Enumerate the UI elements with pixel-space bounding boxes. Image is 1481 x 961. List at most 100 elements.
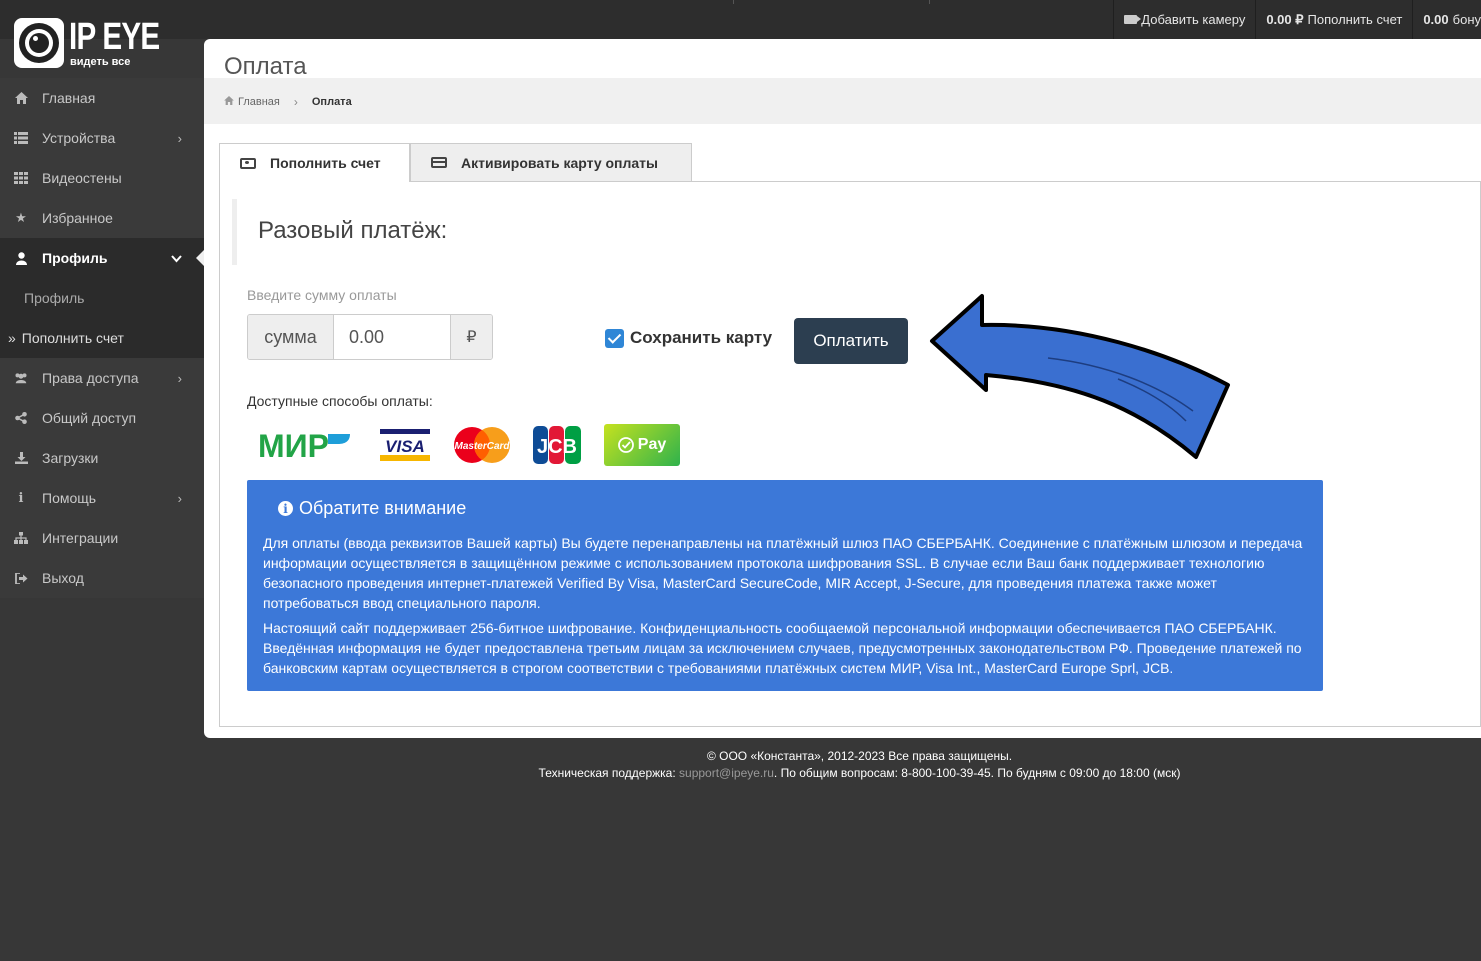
- checkbox-checked-icon[interactable]: [605, 328, 624, 348]
- sidebar-item-label: Профиль: [24, 290, 85, 306]
- sidebar-item-profile[interactable]: Профиль: [0, 238, 204, 278]
- tab-top-up[interactable]: Пополнить счет: [219, 143, 410, 183]
- info-circle-icon: i: [278, 501, 293, 516]
- balance-value: 0.00 ₽: [1266, 11, 1304, 27]
- video-camera-icon: [1124, 15, 1142, 24]
- footer-support: Техническая поддержка: support@ipeye.ru.…: [238, 765, 1481, 782]
- credit-card-icon: [431, 157, 447, 168]
- jcb-logo-text: JCB: [537, 436, 577, 458]
- logo[interactable]: IP EYE видеть все: [14, 16, 160, 70]
- top-up-balance-button[interactable]: 0.00 ₽ Пополнить счет: [1255, 0, 1412, 39]
- tab-activate-card[interactable]: Активировать карту оплаты: [410, 143, 692, 182]
- balance-label: Пополнить счет: [1307, 12, 1403, 27]
- sidebar-subitem-top-up[interactable]: » Пополнить счет: [0, 318, 204, 358]
- sidebar-item-access-rights[interactable]: Права доступа ›: [0, 358, 204, 398]
- save-card-checkbox[interactable]: Сохранить карту: [605, 328, 772, 348]
- amount-label: Введите сумму оплаты: [247, 287, 397, 303]
- sidebar-item-shared-access[interactable]: Общий доступ: [0, 398, 204, 438]
- sidebar-item-label: Пополнить счет: [21, 330, 124, 346]
- bonus-label: бону: [1452, 12, 1481, 27]
- mastercard-logo-text: MasterCard: [454, 441, 510, 452]
- money-icon: [240, 157, 256, 169]
- divider: [733, 0, 734, 4]
- sidebar-item-label: Загрузки: [42, 450, 99, 466]
- bonus-value: 0.00: [1423, 12, 1449, 27]
- logo-brand: IP EYE: [69, 16, 160, 58]
- sidebar-item-home[interactable]: Главная: [0, 78, 204, 118]
- breadcrumb: Главная › Оплата: [204, 79, 1481, 124]
- logo-tagline: видеть все: [70, 56, 131, 68]
- check-circle-icon: [617, 437, 634, 453]
- sidebar-item-help[interactable]: i Помощь ›: [0, 478, 204, 518]
- payment-methods-label: Доступные способы оплаты:: [247, 393, 433, 409]
- top-bar: Добавить камеру 0.00 ₽ Пополнить счет 0.…: [0, 0, 1481, 39]
- home-icon: [224, 95, 234, 108]
- amount-input-group: сумма ₽: [247, 314, 493, 360]
- grid-icon: [14, 171, 28, 185]
- support-email-link[interactable]: support@ipeye.ru: [679, 766, 774, 780]
- mir-logo: МИР: [247, 421, 361, 469]
- logout-icon: [14, 571, 28, 585]
- sidebar-item-videowalls[interactable]: Видеостены: [0, 158, 204, 198]
- notice-paragraph: Для оплаты (ввода реквизитов Вашей карты…: [263, 535, 1303, 611]
- tab-label: Пополнить счет: [270, 155, 381, 171]
- pointer-arrow: [930, 294, 1230, 459]
- pay-button[interactable]: Оплатить: [794, 318, 908, 364]
- sidebar-item-downloads[interactable]: Загрузки: [0, 438, 204, 478]
- breadcrumb-home-link[interactable]: Главная: [238, 96, 280, 108]
- eye-logo-icon: [14, 18, 64, 68]
- sidebar-subitem-profile[interactable]: Профиль: [0, 278, 204, 318]
- home-icon: [14, 91, 28, 105]
- sidebar-item-label: Интеграции: [42, 530, 119, 546]
- tabs: Пополнить счет Активировать карту оплаты: [219, 143, 1481, 183]
- chevron-right-icon: ›: [177, 371, 182, 386]
- section-title: Разовый платёж:: [258, 217, 448, 244]
- jcb-logo: JCB: [531, 421, 583, 469]
- bonus-button[interactable]: 0.00 бону: [1412, 0, 1481, 39]
- sidebar-item-label: Права доступа: [42, 370, 139, 386]
- sidebar-item-label: Избранное: [42, 210, 113, 226]
- page-title: Оплата: [224, 53, 307, 80]
- chevron-down-icon: [171, 251, 182, 266]
- mir-logo-text: МИР: [258, 428, 329, 462]
- amount-prefix: сумма: [248, 315, 334, 359]
- page-header: Оплата: [204, 39, 1481, 80]
- divider: [929, 0, 930, 4]
- info-icon: i: [18, 490, 24, 506]
- sber-pay-logo-text: Pay: [637, 436, 667, 453]
- list-icon: [14, 131, 28, 145]
- sidebar-item-label: Устройства: [42, 130, 116, 146]
- top-actions: Добавить камеру 0.00 ₽ Пополнить счет 0.…: [1113, 0, 1481, 39]
- footer-copyright: © ООО «Константа», 2012-2023 Все права з…: [706, 749, 1013, 763]
- sber-pay-logo: Pay: [604, 424, 680, 466]
- sidebar-item-label: Видеостены: [42, 170, 122, 186]
- download-icon: [14, 451, 28, 465]
- sidebar-item-label: Помощь: [42, 490, 97, 506]
- notice-title-text: Обратите внимание: [299, 498, 467, 518]
- sidebar-item-integrations[interactable]: Интеграции: [0, 518, 204, 558]
- visa-logo-text: VISA: [385, 437, 425, 456]
- add-camera-button[interactable]: Добавить камеру: [1113, 0, 1255, 39]
- chevron-right-icon: ›: [293, 94, 298, 109]
- tab-label: Активировать карту оплаты: [461, 154, 658, 171]
- notice-alert: i Обратите внимание Для оплаты (ввода ре…: [247, 480, 1323, 691]
- user-icon: [14, 251, 28, 265]
- support-label: Техническая поддержка:: [538, 766, 680, 780]
- notice-title: i Обратите внимание: [278, 498, 1307, 519]
- users-icon: [14, 371, 28, 385]
- add-camera-label: Добавить камеру: [1141, 12, 1246, 27]
- sidebar: Главная Устройства › Видеостены ★ Избран…: [0, 78, 204, 598]
- visa-logo: VISA: [374, 421, 436, 469]
- sidebar-item-devices[interactable]: Устройства ›: [0, 118, 204, 158]
- chevron-right-icon: ›: [177, 491, 182, 506]
- support-info: . По общим вопросам: 8-800-100-39-45. По…: [773, 766, 1181, 780]
- section-heading: Разовый платёж:: [232, 199, 1332, 265]
- amount-input[interactable]: [334, 315, 450, 359]
- main-panel: Оплата Главная › Оплата Пополнить счет А…: [204, 39, 1481, 738]
- sidebar-item-label: Выход: [42, 570, 84, 586]
- notice-paragraph: Настоящий сайт поддерживает 256-битное ш…: [263, 620, 1302, 676]
- tab-pane: Разовый платёж: Введите сумму оплаты сум…: [219, 182, 1481, 727]
- currency-symbol: ₽: [450, 315, 492, 359]
- sidebar-item-favorites[interactable]: ★ Избранное: [0, 198, 204, 238]
- sidebar-item-logout[interactable]: Выход: [0, 558, 204, 598]
